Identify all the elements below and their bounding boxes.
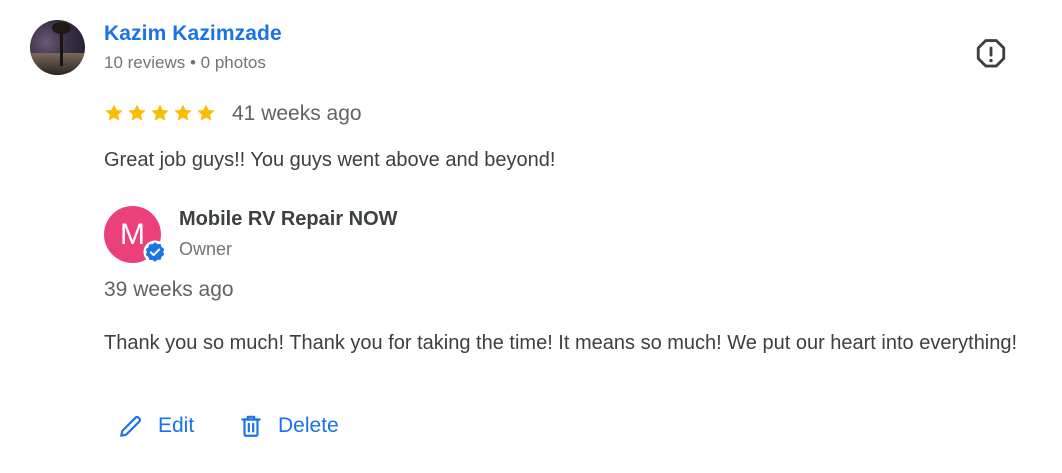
edit-button[interactable]: Edit [118, 413, 194, 439]
delete-label: Delete [278, 414, 339, 437]
reply-text: Thank you so much! Thank you for taking … [104, 332, 1018, 354]
review-time: 41 weeks ago [232, 102, 362, 125]
owner-name: Mobile RV Repair NOW [179, 208, 398, 230]
reviewer-name[interactable]: Kazim Kazimzade [104, 22, 282, 46]
star-icon [128, 104, 146, 121]
verified-badge-icon [143, 240, 167, 264]
edit-label: Edit [158, 414, 195, 437]
reviewer-avatar[interactable] [30, 20, 85, 75]
reply-time: 39 weeks ago [104, 278, 234, 301]
pencil-icon [120, 415, 142, 437]
report-icon[interactable] [974, 37, 1008, 71]
star-icon [197, 104, 215, 121]
trash-icon [241, 415, 261, 437]
star-icon [151, 104, 169, 121]
star-rating [104, 103, 216, 123]
delete-button[interactable]: Delete [238, 413, 339, 439]
reviewer-meta: 10 reviews • 0 photos [104, 53, 266, 72]
star-icon [174, 104, 192, 121]
star-icon [105, 104, 123, 121]
review-card: Kazim Kazimzade 10 reviews • 0 photos 41… [0, 0, 1062, 473]
review-text: Great job guys!! You guys went above and… [104, 149, 556, 171]
owner-role: Owner [179, 239, 233, 259]
